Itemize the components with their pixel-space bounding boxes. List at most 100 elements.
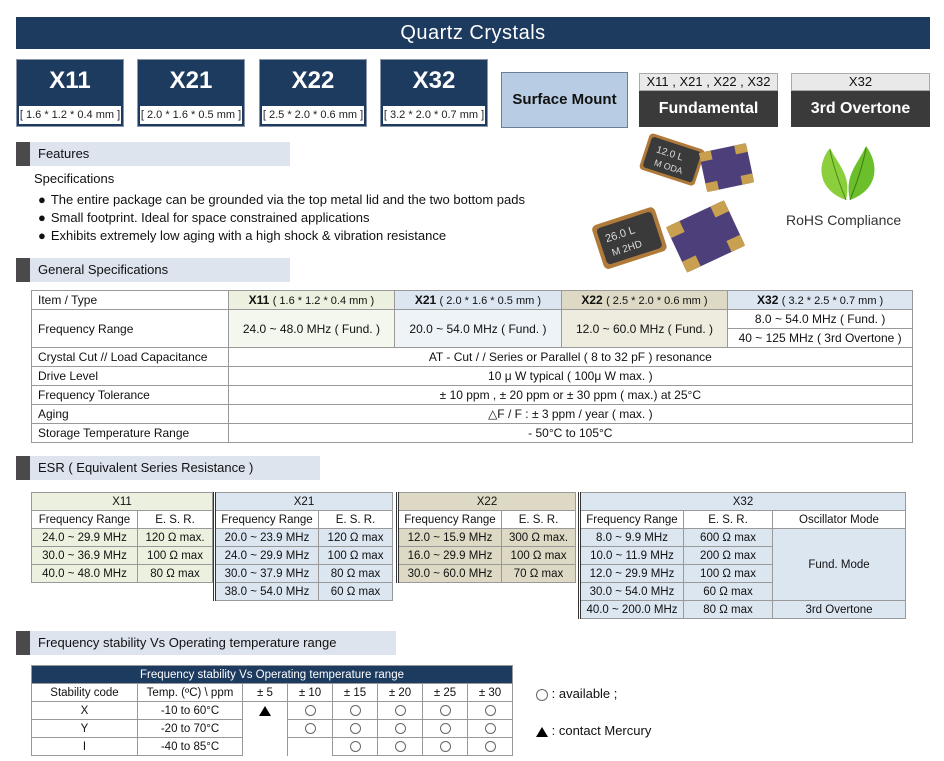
esr-cell: 70 Ω max (501, 564, 576, 583)
esr-cell: 600 Ω max (683, 528, 773, 547)
freq-cell: 24.0 ~ 29.9 MHz (31, 528, 138, 547)
freq-header: Frequency Range (213, 510, 319, 529)
esr-cell: 80 Ω max (137, 564, 213, 583)
model-name: X11 (49, 67, 91, 94)
legend-available-text: : available ; (551, 686, 618, 701)
spec-label: Frequency Tolerance (31, 385, 229, 405)
esr-header: E. S. R. (318, 510, 393, 529)
model-name: X32 (412, 67, 456, 94)
available-circle-icon (484, 740, 496, 752)
type-x32: X32 ( 3.2 * 2.5 * 0.7 mm ) (727, 290, 913, 310)
esr-cell: 80 Ω max (318, 564, 393, 583)
ppm-header: ± 5 (242, 683, 288, 702)
stability-code: X (31, 701, 138, 720)
freq-cell: 40.0 ~ 48.0 MHz (31, 564, 138, 583)
osc-mode-header: Oscillator Mode (772, 510, 906, 529)
feature-item: Exhibits extremely low aging with a high… (38, 228, 446, 243)
freq-cell: 30.0 ~ 60.0 MHz (396, 564, 502, 583)
freq-cell: 20.0 ~ 23.9 MHz (213, 528, 319, 547)
model-box-x32: X32 [ 3.2 * 2.0 * 0.7 mm ] (380, 59, 488, 127)
freq-range-x21: 20.0 ~ 54.0 MHz ( Fund. ) (394, 309, 562, 348)
model-box-x11: X11 [ 1.6 * 1.2 * 0.4 mm ] (16, 59, 124, 127)
freq-header: Frequency Range (396, 510, 502, 529)
available-circle-icon (349, 740, 361, 752)
esr-model-header: X11 (31, 492, 213, 511)
esr-cell: 100 Ω max (683, 564, 773, 583)
ppm-header: ± 20 (377, 683, 423, 702)
crystal-product-image: 12.0 L M ODA 26.0 L M 2HD (592, 133, 755, 273)
esr-header: E. S. R. (137, 510, 213, 529)
available-circle-icon (536, 688, 548, 701)
spec-label: Drive Level (31, 366, 229, 386)
freq-range-x11: 24.0 ~ 48.0 MHz ( Fund. ) (227, 309, 396, 348)
freq-cell: 24.0 ~ 29.9 MHz (213, 546, 319, 565)
legend-contact: : contact Mercury (536, 723, 651, 738)
section-esr: ESR ( Equivalent Series Resistance ) (16, 456, 320, 480)
section-stability: Frequency stability Vs Operating tempera… (16, 631, 396, 655)
feature-item: Small footprint. Ideal for space constra… (38, 210, 370, 225)
esr-header: E. S. R. (683, 510, 773, 529)
ppm-header: ± 15 (332, 683, 378, 702)
feature-item: The entire package can be grounded via t… (38, 192, 525, 207)
type-x11: X11 ( 1.6 * 1.2 * 0.4 mm ) (227, 290, 396, 310)
esr-table-x32: X32 Frequency Range E. S. R. Oscillator Mo… (578, 492, 906, 619)
model-dimensions: [ 1.6 * 1.2 * 0.4 mm ] (19, 106, 121, 124)
fundamental-badge: X11 , X21 , X22 , X32 Fundamental (639, 73, 778, 127)
esr-cell: 60 Ω max (683, 582, 773, 601)
contact-triangle-icon (259, 705, 271, 716)
general-specs-table: Item / Type X11 ( 1.6 * 1.2 * 0.4 mm ) X… (31, 290, 914, 443)
esr-cell: 60 Ω max (318, 582, 393, 601)
spec-label: Storage Temperature Range (31, 423, 229, 443)
section-features: Features (16, 142, 290, 166)
esr-cell: 100 Ω max (318, 546, 393, 565)
fundamental-models: X11 , X21 , X22 , X32 (639, 73, 778, 91)
specifications-label: Specifications (34, 171, 115, 186)
temp-range: -20 to 70°C (137, 719, 243, 738)
freq-range-x32-overtone: 40 ~ 125 MHz ( 3rd Overtone ) (727, 328, 913, 348)
overtone-badge: X32 3rd Overtone (791, 73, 930, 127)
spec-label: Crystal Cut // Load Capacitance (31, 347, 229, 367)
esr-table-x11: X11 Frequency Range E. S. R. 24.0 ~ 29.9 … (31, 492, 213, 583)
ppm-header: ± 10 (287, 683, 333, 702)
esr-cell: 120 Ω max (318, 528, 393, 547)
freq-range-x32-fund: 8.0 ~ 54.0 MHz ( Fund. ) (727, 309, 913, 329)
page-title: Quartz Crystals (16, 17, 930, 49)
spec-label: Aging (31, 404, 229, 424)
freq-cell: 30.0 ~ 36.9 MHz (31, 546, 138, 565)
model-box-x21: X21 [ 2.0 * 1.6 * 0.5 mm ] (137, 59, 245, 127)
available-circle-icon (349, 704, 361, 716)
overtone-label: 3rd Overtone (791, 91, 930, 127)
esr-table-x22: X22 Frequency Range E. S. R. 12.0 ~ 15.9 … (396, 492, 576, 583)
esr-cell: 100 Ω max (501, 546, 576, 565)
freq-cell: 16.0 ~ 29.9 MHz (396, 546, 502, 565)
ppm-header: ± 25 (422, 683, 468, 702)
freq-cell: 40.0 ~ 200.0 MHz (578, 600, 684, 619)
freq-range-label: Frequency Range (31, 309, 229, 348)
stability-code-header: Stability code (31, 683, 138, 702)
freq-header: Frequency Range (578, 510, 684, 529)
fundamental-label: Fundamental (639, 91, 778, 127)
available-circle-icon (394, 704, 406, 716)
freq-range-x22: 12.0 ~ 60.0 MHz ( Fund. ) (560, 309, 729, 348)
stability-table-title: Frequency stability Vs Operating tempera… (31, 665, 513, 684)
esr-model-header: X22 (396, 492, 576, 511)
esr-header: E. S. R. (501, 510, 576, 529)
freq-cell: 38.0 ~ 54.0 MHz (213, 582, 319, 601)
osc-mode-cell: 3rd Overtone (772, 600, 906, 619)
available-circle-icon (394, 740, 406, 752)
section-general-specs: General Specifications (16, 258, 290, 282)
available-circle-icon (439, 704, 451, 716)
spec-value: - 50°C to 105°C (227, 423, 914, 443)
legend-available: : available ; (536, 686, 617, 701)
legend-contact-text: : contact Mercury (551, 723, 652, 738)
available-circle-icon (484, 704, 496, 716)
esr-cell: 200 Ω max (683, 546, 773, 565)
esr-cell: 120 Ω max. (137, 528, 213, 547)
model-dimensions: [ 3.2 * 2.0 * 0.7 mm ] (383, 106, 485, 124)
type-x22: X22 ( 2.5 * 2.0 * 0.6 mm ) (560, 290, 729, 310)
temp-range: -10 to 60°C (137, 701, 243, 720)
freq-cell: 30.0 ~ 37.9 MHz (213, 564, 319, 583)
temp-range: -40 to 85°C (137, 737, 243, 756)
ppm-header: ± 30 (467, 683, 513, 702)
temp-header: Temp. (ºC) \ ppm (137, 683, 243, 702)
